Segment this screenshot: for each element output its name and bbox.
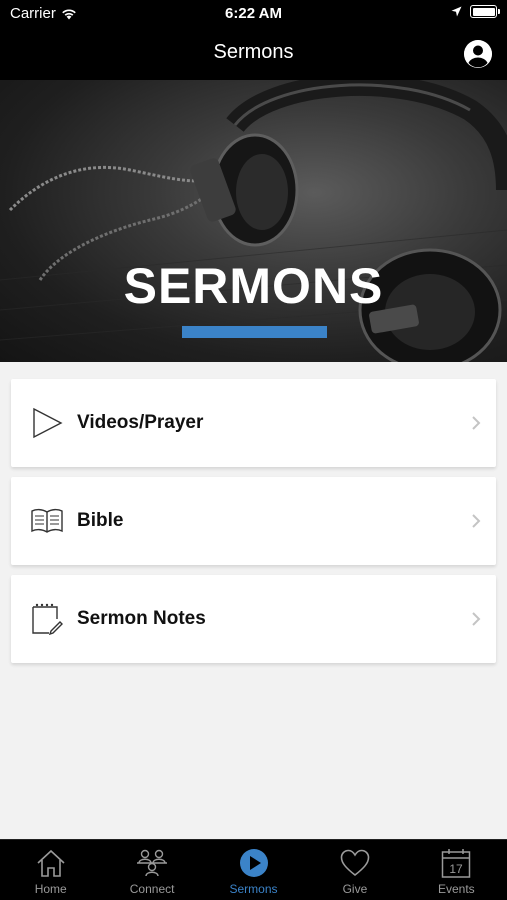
chevron-right-icon xyxy=(472,514,481,528)
status-right xyxy=(451,5,500,18)
tab-label: Events xyxy=(437,882,475,896)
headphones-photo xyxy=(0,80,507,362)
tab-connect[interactable]: Connect xyxy=(101,840,202,900)
tab-label: Give xyxy=(342,882,368,896)
tab-label: Connect xyxy=(129,882,175,896)
status-bar: Carrier 6:22 AM xyxy=(0,0,507,28)
chevron-right-icon xyxy=(472,612,481,626)
tab-label: Sermons xyxy=(229,882,278,896)
tab-sermons[interactable]: Sermons xyxy=(203,840,304,900)
location-arrow-icon xyxy=(451,6,462,17)
open-book-icon xyxy=(31,508,63,533)
calendar-icon: 17 xyxy=(442,849,471,878)
people-icon xyxy=(137,849,168,877)
clock: 6:22 AM xyxy=(225,5,282,22)
navigation-bar: Sermons xyxy=(0,28,507,80)
play-outline-icon xyxy=(33,407,63,439)
calendar-day-number: 17 xyxy=(450,862,464,876)
tab-home[interactable]: Home xyxy=(0,840,101,900)
home-icon xyxy=(37,849,65,877)
tab-bar: Home Connect Sermons Give 17 Events xyxy=(0,839,507,900)
hero-accent-bar xyxy=(182,326,327,338)
hero-title: SERMONS xyxy=(123,258,384,314)
notepad-pencil-icon xyxy=(32,603,63,635)
menu-item-videos-prayer[interactable]: Videos/Prayer xyxy=(11,379,496,467)
play-circle-icon xyxy=(239,849,268,877)
chevron-right-icon xyxy=(472,416,481,430)
tab-give[interactable]: Give xyxy=(304,840,405,900)
hero-banner: SERMONS xyxy=(0,80,507,362)
battery-icon xyxy=(470,5,500,18)
sermon-menu-list: Videos/Prayer Bible Sermon Notes xyxy=(11,379,496,673)
tab-events[interactable]: 17 Events xyxy=(406,840,507,900)
menu-item-label: Videos/Prayer xyxy=(77,412,204,433)
tab-label: Home xyxy=(34,882,67,896)
menu-item-label: Bible xyxy=(77,510,124,531)
profile-button[interactable] xyxy=(464,40,492,68)
menu-item-sermon-notes[interactable]: Sermon Notes xyxy=(11,575,496,663)
heart-icon xyxy=(340,849,370,877)
menu-item-label: Sermon Notes xyxy=(77,608,206,629)
menu-item-bible[interactable]: Bible xyxy=(11,477,496,565)
person-circle-icon xyxy=(464,40,492,68)
page-title: Sermons xyxy=(213,41,294,63)
